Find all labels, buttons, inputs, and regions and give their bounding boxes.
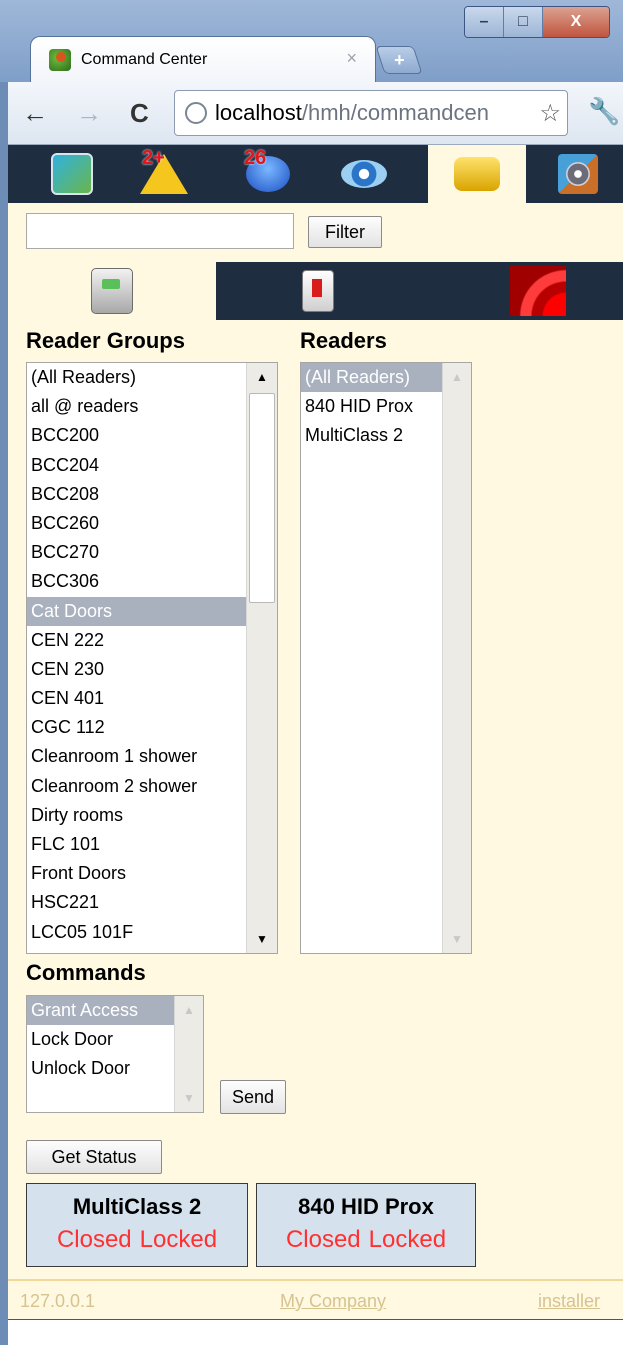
browser-toolbar: ← → C localhost/hmh/commandcen ☆ 🔧 [8, 82, 623, 145]
alarms-nav-button[interactable]: 2+ [130, 145, 198, 203]
camera-icon [558, 154, 598, 194]
forward-icon[interactable]: → [76, 100, 102, 126]
scroll-down-icon: ▼ [183, 1091, 195, 1105]
list-option[interactable]: BCC200 [27, 421, 277, 450]
new-tab-button[interactable]: + [375, 46, 423, 74]
list-option[interactable]: all @ readers [27, 392, 277, 421]
alarms-badge: 2+ [142, 147, 165, 169]
filter-input[interactable] [26, 213, 294, 249]
scroll-down-icon[interactable]: ▼ [247, 925, 277, 953]
door-state: Closed [285, 1226, 361, 1253]
scroll-up-icon[interactable]: ▲ [247, 363, 277, 391]
close-window-button[interactable]: X [543, 7, 609, 37]
title-bar: – □ X Command Center × + [0, 0, 623, 83]
status-card-name: 840 HID Prox [298, 1194, 434, 1219]
status-card-state: Closed Locked [257, 1226, 475, 1254]
sub-tab-strip [8, 262, 623, 320]
filter-button[interactable]: Filter [308, 216, 382, 248]
url-host: localhost [215, 100, 302, 125]
address-bar[interactable]: localhost/hmh/commandcen ☆ [174, 90, 568, 136]
site-favicon-icon [49, 49, 71, 71]
scroll-down-icon: ▼ [451, 932, 463, 946]
bookmark-star-icon[interactable]: ☆ [539, 99, 561, 128]
status-card: 840 HID Prox Closed Locked [256, 1183, 476, 1267]
readers-heading: Readers [300, 328, 387, 353]
wrench-icon[interactable]: 🔧 [588, 96, 620, 127]
maximize-button[interactable]: □ [504, 7, 543, 37]
commands-scrollbar: ▲ ▼ [174, 996, 203, 1112]
list-option[interactable]: (All Readers) [27, 363, 277, 392]
list-option[interactable]: Cleanroom 2 shower [27, 772, 277, 801]
get-status-button[interactable]: Get Status [26, 1140, 162, 1174]
alarm-wave-icon [510, 266, 566, 316]
list-option[interactable]: BCC208 [27, 480, 277, 509]
list-option[interactable]: Cat Doors [27, 596, 277, 626]
readers-scrollbar: ▲ ▼ [442, 363, 471, 953]
monitor-eye-icon [341, 160, 387, 188]
readers-list[interactable]: (All Readers) 840 HID Prox MultiClass 2 ▲ … [300, 362, 472, 954]
reader-groups-list[interactable]: (All Readers) all @ readers BCC200 BCC204 BC… [26, 362, 278, 954]
scroll-up-icon: ▲ [183, 1003, 195, 1017]
reader-icon [302, 270, 334, 312]
list-option[interactable]: BCC204 [27, 451, 277, 480]
lock-state: Locked [139, 1226, 218, 1253]
globe-icon [185, 102, 207, 124]
status-card-state: Closed Locked [27, 1226, 247, 1254]
commands-nav-button[interactable] [428, 145, 526, 203]
list-option[interactable]: FLC 101 [27, 830, 277, 859]
commands-heading: Commands [26, 960, 146, 985]
list-option[interactable]: CEN 230 [27, 655, 277, 684]
tab-close-icon[interactable]: × [346, 48, 357, 69]
scroll-up-icon: ▲ [451, 370, 463, 384]
tab-readers[interactable] [238, 262, 398, 320]
list-option[interactable]: Dirty rooms [27, 801, 277, 830]
list-option[interactable]: CEN 222 [27, 626, 277, 655]
window-controls: – □ X [464, 6, 610, 38]
status-card: MultiClass 2 Closed Locked [26, 1183, 248, 1267]
plus-icon: + [393, 49, 405, 70]
list-option[interactable]: BCC306 [27, 567, 277, 596]
command-arrows-icon [454, 157, 500, 191]
monitor-nav-button[interactable] [330, 145, 398, 203]
main-icon-bar: 2+ 26 [8, 145, 623, 203]
commands-list[interactable]: Grant Access Lock Door Unlock Door ▲ ▼ [26, 995, 204, 1113]
window-left-border [0, 82, 8, 1345]
events-nav-button[interactable]: 26 [234, 145, 302, 203]
status-bar [8, 1319, 623, 1346]
list-option[interactable]: Cleanroom 1 shower [27, 742, 277, 771]
company-link[interactable]: My Company [280, 1291, 386, 1312]
reader-groups-heading: Reader Groups [26, 328, 185, 353]
footer: 127.0.0.1 My Company installer [8, 1279, 623, 1321]
list-option[interactable]: BCC270 [27, 538, 277, 567]
list-option[interactable]: CGC 112 [27, 713, 277, 742]
door-panel-icon [91, 268, 133, 314]
server-ip: 127.0.0.1 [20, 1291, 96, 1311]
map-nav-button[interactable] [38, 145, 106, 203]
user-link[interactable]: installer [538, 1291, 600, 1312]
lock-state: Locked [368, 1226, 447, 1253]
send-button[interactable]: Send [220, 1080, 286, 1114]
map-icon [51, 153, 93, 195]
camera-nav-button[interactable] [544, 145, 612, 203]
back-icon[interactable]: ← [22, 100, 48, 126]
minimize-button[interactable]: – [465, 7, 504, 37]
browser-tab[interactable]: Command Center × [30, 36, 376, 83]
list-option[interactable]: BCC260 [27, 509, 277, 538]
events-badge: 26 [244, 147, 267, 169]
tab-doors[interactable] [8, 262, 216, 320]
scroll-thumb[interactable] [249, 393, 275, 603]
reload-icon[interactable]: C [130, 100, 149, 126]
door-state: Closed [56, 1226, 132, 1253]
reader-groups-scrollbar[interactable]: ▲ ▼ [246, 363, 277, 953]
tab-title: Command Center [81, 51, 208, 68]
list-option[interactable]: LCC05 101F [27, 918, 277, 947]
list-option[interactable]: Front Doors [27, 859, 277, 888]
status-card-name: MultiClass 2 [72, 1194, 202, 1219]
tab-alarms[interactable] [458, 262, 618, 320]
url-path: /hmh/commandcen [301, 100, 489, 125]
list-option[interactable]: HSC221 [27, 888, 277, 917]
list-option[interactable]: CEN 401 [27, 684, 277, 713]
